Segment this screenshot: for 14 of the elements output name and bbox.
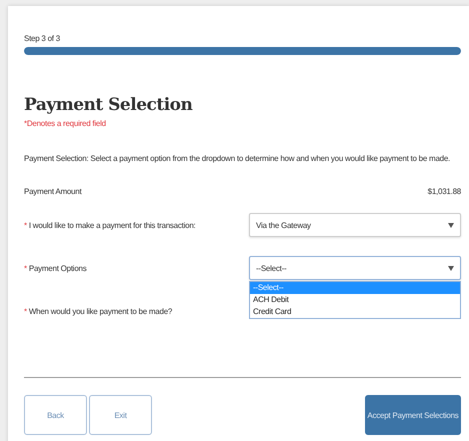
select-field[interactable]: Via the Gateway: [249, 213, 461, 237]
caret-icon: [448, 266, 454, 270]
page-title: Payment Selection: [24, 95, 194, 115]
field-label: * When would you like payment to be made?: [24, 306, 174, 316]
amount-label: Payment Amount: [24, 187, 82, 196]
description-text: Payment Selection: Select a payment option from the dropdown to determine how and when you would like payment to be made.: [24, 154, 452, 163]
accept-button[interactable]: Accept Payment Selections: [365, 395, 461, 435]
amount-value: $1,031.88: [428, 187, 461, 196]
field-label: * Payment Options: [24, 264, 88, 272]
caret-icon: [448, 222, 454, 228]
select-field[interactable]: --Select--: [249, 256, 461, 280]
required-note: *Denotes a required field: [24, 119, 107, 128]
step-label: Step 3 of 3: [24, 34, 61, 43]
field-label: * I would like to make a payment for this transaction:: [24, 220, 196, 230]
